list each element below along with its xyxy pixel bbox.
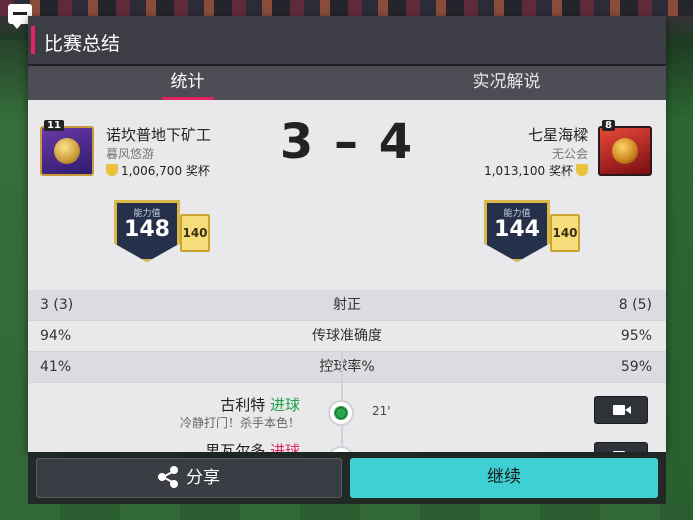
stat-away-value: 95% — [620, 328, 652, 344]
share-label: 分享 — [186, 468, 220, 488]
timeline-event: 古利特 进球 冷静打门！杀手本色！ 21' — [28, 394, 666, 442]
stat-away-value: 59% — [620, 359, 652, 375]
event-minute: 21' — [372, 404, 391, 418]
away-trophy-count: 1,013,100 奖杯 — [484, 164, 573, 178]
stat-label: 控球率% — [319, 359, 375, 375]
share-button[interactable]: 分享 — [36, 458, 342, 498]
soccer-ball-icon — [328, 400, 354, 426]
stat-label: 射正 — [333, 297, 361, 313]
bottom-action-bar: 分享 继续 — [28, 452, 666, 504]
stats-table: 3 (3) 射正 8 (5) 94% 传球准确度 95% 41% 控球率% 59… — [28, 290, 666, 383]
event-player: 男瓦尔多 进球 — [205, 440, 300, 452]
away-club-badge[interactable]: 8 — [598, 120, 652, 176]
away-badge-level: 8 — [602, 120, 615, 131]
home-rating: 能力值 148 140 — [114, 200, 214, 264]
stat-row: 3 (3) 射正 8 (5) — [28, 290, 666, 321]
stadium-crowd — [0, 0, 693, 16]
stats-content: 11 诺坎普地下矿工 暮风悠游 1,006,700 奖杯 3 – 4 七星海樑 … — [28, 100, 666, 452]
tab-commentary[interactable]: 实况解说 — [347, 66, 666, 100]
event-player: 古利特 进球 — [220, 394, 300, 415]
away-rating: 能力值 144 140 — [484, 200, 584, 264]
dragon-crest-icon — [612, 138, 638, 164]
stat-row: 41% 控球率% 59% — [28, 352, 666, 383]
trophy-icon — [576, 164, 588, 176]
home-mini-rating: 140 — [180, 214, 210, 252]
away-rating-value: 144 — [494, 217, 540, 242]
away-club-subtitle: 无公会 — [551, 147, 588, 161]
stat-label: 传球准确度 — [312, 328, 382, 344]
event-type: 进球 — [269, 442, 300, 452]
share-icon — [158, 466, 180, 488]
tab-stats[interactable]: 统计 — [28, 66, 347, 100]
event-description: 冷静打门！杀手本色！ — [179, 416, 300, 430]
tab-bar: 统计 实况解说 — [28, 66, 666, 100]
event-player-name: 男瓦尔多 — [205, 442, 266, 452]
continue-button[interactable]: 继续 — [350, 458, 658, 498]
event-player-name: 古利特 — [220, 396, 266, 414]
stat-away-value: 8 (5) — [618, 297, 652, 313]
video-replay-button[interactable] — [594, 396, 648, 424]
stat-row: 94% 传球准确度 95% — [28, 321, 666, 352]
page-title: 比赛总结 — [44, 33, 121, 55]
event-type: 进球 — [269, 396, 300, 414]
match-summary-panel: 比赛总结 统计 实况解说 11 诺坎普地下矿工 暮风悠游 1,006,700 奖… — [28, 16, 666, 452]
away-mini-rating: 140 — [550, 214, 580, 252]
title-bar: 比赛总结 — [28, 16, 666, 66]
timeline-event: 男瓦尔多 进球 — [28, 440, 666, 452]
home-rating-value: 148 — [124, 217, 170, 242]
away-club-trophies: 1,013,100 奖杯 — [484, 162, 588, 179]
title-accent — [31, 26, 35, 54]
video-replay-button[interactable] — [594, 442, 648, 452]
away-club-name: 七星海樑 — [527, 126, 588, 144]
